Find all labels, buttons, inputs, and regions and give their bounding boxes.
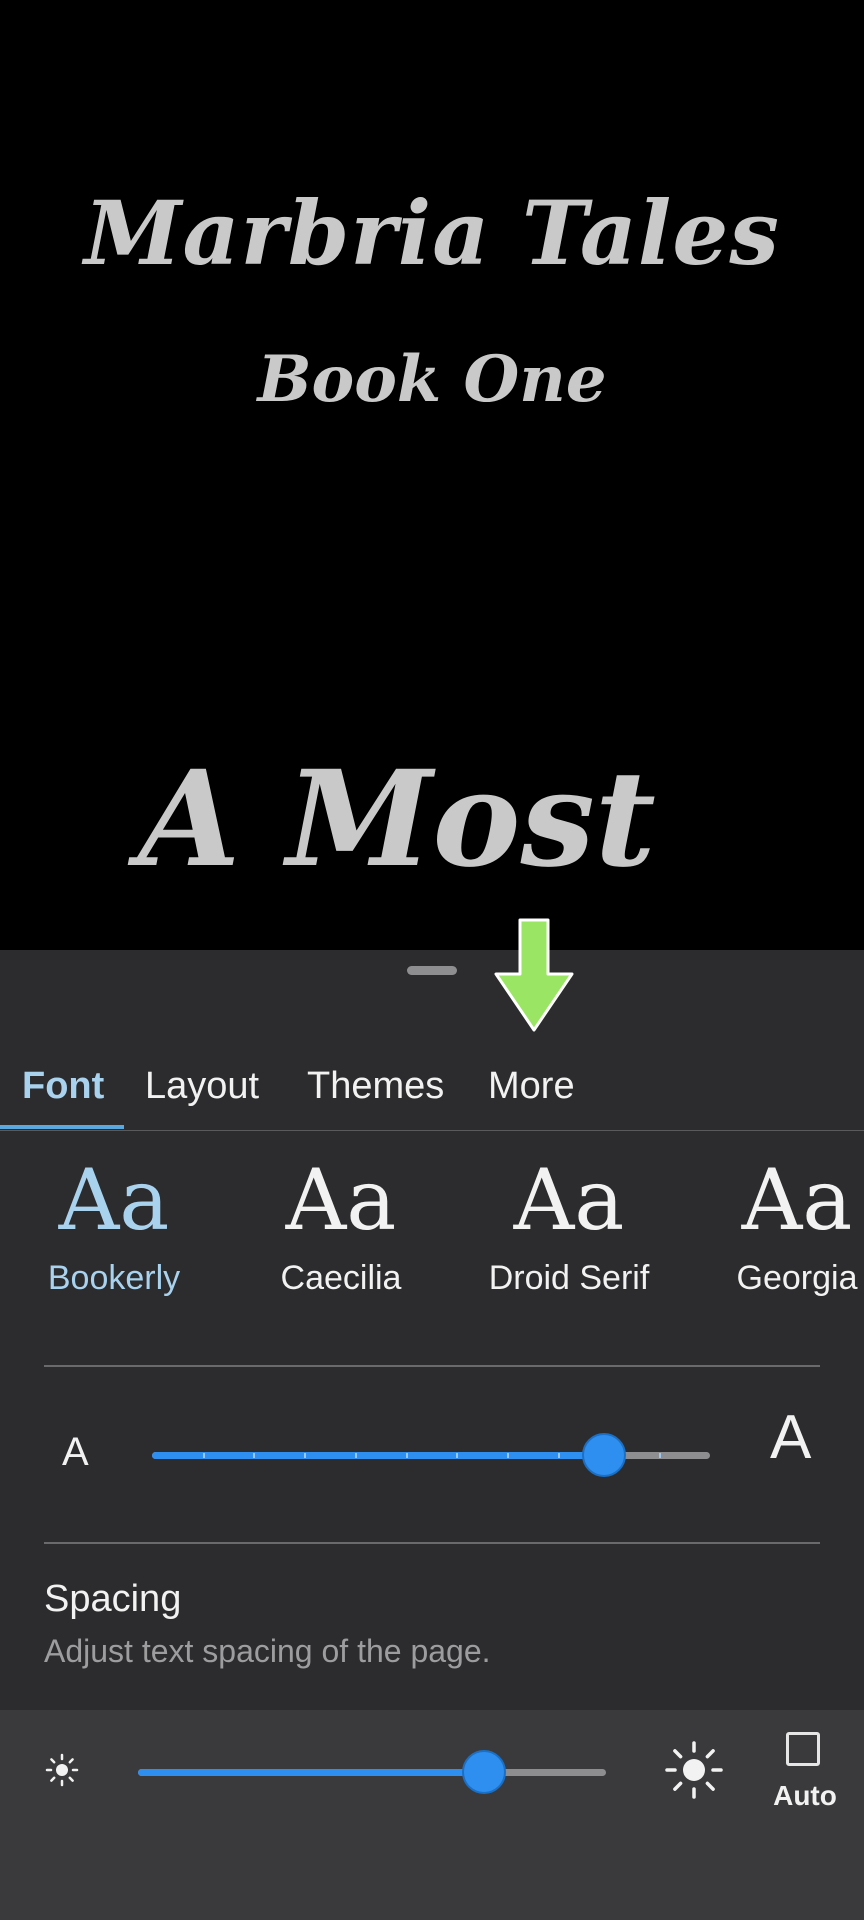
chapter-heading: A Most bbox=[138, 742, 656, 897]
slider-tick bbox=[253, 1453, 255, 1458]
tab-layout[interactable]: Layout bbox=[145, 1055, 259, 1130]
slider-tick bbox=[203, 1453, 205, 1458]
drag-handle[interactable] bbox=[407, 966, 457, 975]
font-option-caecilia[interactable]: Aa Caecilia bbox=[236, 1150, 446, 1300]
font-option-georgia[interactable]: Aa Georgia bbox=[692, 1150, 864, 1300]
font-size-slider[interactable] bbox=[152, 1433, 710, 1477]
font-name: Caecilia bbox=[280, 1259, 402, 1297]
font-option-droid-serif[interactable]: Aa Droid Serif bbox=[464, 1150, 674, 1300]
brightness-low-icon bbox=[45, 1753, 79, 1787]
font-name: Droid Serif bbox=[488, 1259, 650, 1297]
brightness-slider-fill bbox=[138, 1769, 484, 1776]
screen: Marbria Tales Book One A Most Font Layou… bbox=[0, 0, 864, 1920]
settings-tabs: Font Layout Themes More bbox=[0, 1055, 864, 1131]
book-page[interactable]: Marbria Tales Book One A Most bbox=[0, 0, 864, 950]
slider-tick bbox=[507, 1453, 509, 1458]
brightness-high-icon bbox=[665, 1741, 723, 1799]
brightness-slider[interactable] bbox=[138, 1750, 606, 1794]
divider bbox=[44, 1542, 820, 1544]
font-size-slider-thumb[interactable] bbox=[582, 1433, 626, 1477]
tab-themes[interactable]: Themes bbox=[307, 1055, 444, 1130]
auto-brightness-checkbox[interactable] bbox=[786, 1732, 820, 1766]
font-option-bookerly[interactable]: Aa Bookerly bbox=[9, 1150, 219, 1300]
font-sample: Aa bbox=[741, 1151, 853, 1249]
font-size-slider-fill bbox=[152, 1452, 604, 1459]
slider-tick bbox=[304, 1453, 306, 1458]
slider-tick bbox=[659, 1453, 661, 1458]
brightness-bar: Auto bbox=[0, 1710, 864, 1920]
font-list: Aa Bookerly Aa Caecilia Aa Droid Serif A… bbox=[0, 1150, 864, 1310]
tab-font[interactable]: Font bbox=[22, 1055, 104, 1130]
auto-brightness-label[interactable]: Auto bbox=[760, 1780, 850, 1812]
font-size-small-label: A bbox=[62, 1430, 89, 1474]
divider bbox=[44, 1365, 820, 1367]
slider-tick bbox=[355, 1453, 357, 1458]
slider-tick bbox=[558, 1453, 560, 1458]
brightness-slider-thumb[interactable] bbox=[462, 1750, 506, 1794]
active-tab-indicator bbox=[0, 1125, 124, 1129]
font-sample: Aa bbox=[513, 1151, 625, 1249]
font-sample: Aa bbox=[58, 1151, 170, 1249]
slider-tick bbox=[406, 1453, 408, 1458]
font-name: Georgia bbox=[736, 1259, 858, 1297]
spacing-title[interactable]: Spacing bbox=[44, 1578, 181, 1621]
tab-more[interactable]: More bbox=[488, 1055, 575, 1130]
down-arrow-icon bbox=[494, 918, 574, 1032]
spacing-description: Adjust text spacing of the page. bbox=[44, 1633, 491, 1669]
book-title: Marbria Tales bbox=[84, 181, 780, 285]
slider-tick bbox=[456, 1453, 458, 1458]
font-name: Bookerly bbox=[47, 1259, 181, 1297]
font-size-large-label: A bbox=[770, 1403, 812, 1472]
display-settings-sheet: Font Layout Themes More Aa Bookerly Aa C… bbox=[0, 950, 864, 1710]
book-subtitle: Book One bbox=[257, 342, 607, 417]
font-sample: Aa bbox=[285, 1151, 397, 1249]
